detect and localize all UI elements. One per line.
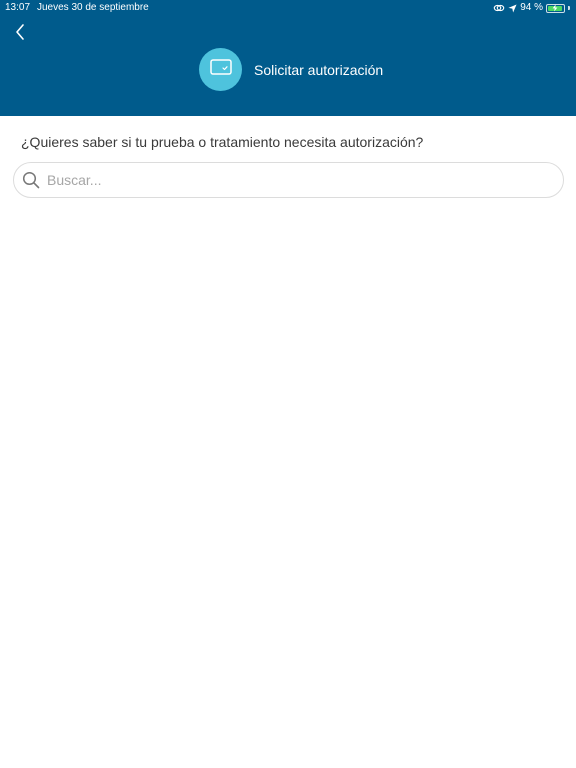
battery-cap xyxy=(568,6,570,10)
tablet-check-icon xyxy=(209,58,233,81)
status-bar: 13:07 Jueves 30 de septiembre 94 % xyxy=(0,0,576,16)
app-header: 13:07 Jueves 30 de septiembre 94 % Solic… xyxy=(0,0,576,116)
header-icon-circle xyxy=(199,48,242,91)
status-time: 13:07 xyxy=(5,2,31,13)
battery-icon xyxy=(546,3,565,13)
location-arrow-icon xyxy=(508,3,517,13)
search-input[interactable] xyxy=(47,163,547,197)
back-button[interactable] xyxy=(8,22,32,46)
search-box[interactable] xyxy=(13,162,564,198)
question-text: ¿Quieres saber si tu prueba o tratamient… xyxy=(21,134,424,150)
status-indicators: 94 % xyxy=(493,0,570,16)
page-title: Solicitar autorización xyxy=(254,62,384,78)
cloud-link-icon xyxy=(493,3,505,13)
chevron-left-icon xyxy=(14,23,26,46)
search-icon xyxy=(22,171,40,189)
battery-percent: 94 % xyxy=(520,2,543,13)
status-date: Jueves 30 de septiembre xyxy=(37,2,149,13)
